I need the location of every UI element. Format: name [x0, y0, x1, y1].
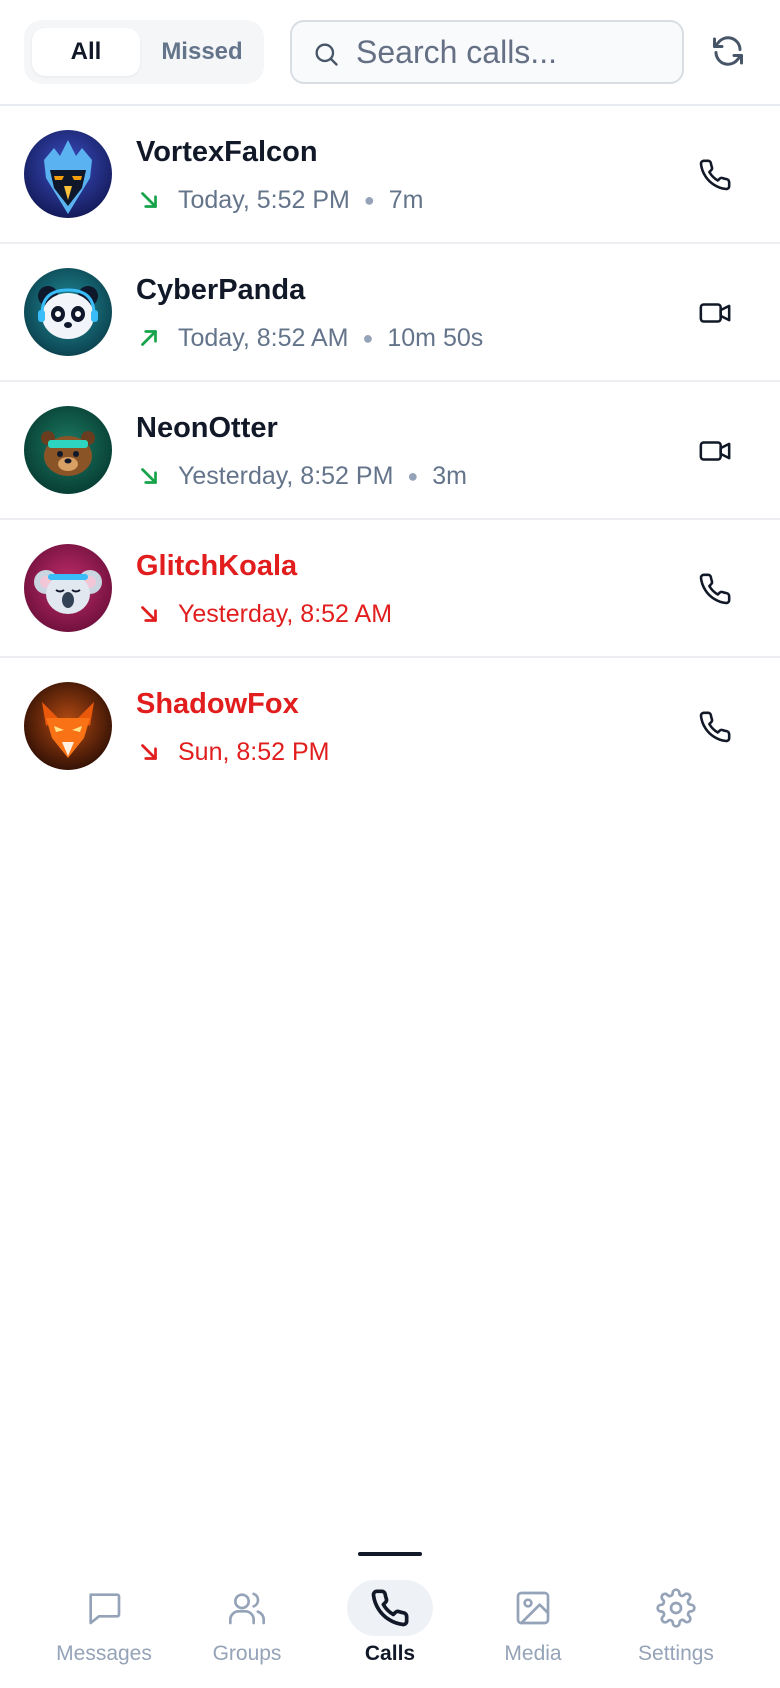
call-row[interactable]: VortexFalcon Today, 5:52 PM ● 7m — [0, 106, 780, 244]
otter-avatar — [24, 406, 112, 494]
call-duration: 7m — [388, 185, 424, 214]
filter-tab-missed[interactable]: Missed — [148, 28, 256, 76]
nav-item-media[interactable]: Media — [473, 1568, 593, 1688]
koala-avatar — [24, 544, 112, 632]
separator-dot: ● — [407, 465, 419, 486]
calls-header: All Missed — [0, 0, 780, 106]
video-camera-icon — [699, 441, 731, 461]
gear-icon — [633, 1580, 719, 1636]
image-icon — [490, 1580, 576, 1636]
voice-call-button[interactable] — [694, 707, 736, 747]
fox-avatar — [24, 682, 112, 770]
phone-icon — [347, 1580, 433, 1636]
call-details: Sun, 8:52 PM — [136, 734, 329, 770]
call-time: Today, 8:52 AM — [178, 323, 349, 352]
call-row[interactable]: NeonOtter Yesterday, 8:52 PM ● 3m — [0, 382, 780, 520]
call-details: Today, 8:52 AM ● 10m 50s — [136, 320, 483, 356]
separator-dot: ● — [362, 327, 374, 348]
search-icon — [315, 43, 338, 66]
nav-item-calls[interactable]: Calls — [330, 1568, 450, 1688]
incoming-arrow-icon — [141, 468, 157, 484]
video-call-button[interactable] — [694, 431, 736, 471]
nav-label: Settings — [638, 1642, 714, 1665]
nav-item-settings[interactable]: Settings — [616, 1568, 736, 1688]
nav-label: Calls — [364, 1642, 416, 1665]
call-duration: 10m 50s — [387, 323, 484, 352]
nav-item-messages[interactable]: Messages — [44, 1568, 164, 1688]
call-time: Today, 5:52 PM — [178, 185, 350, 214]
nav-label: Media — [504, 1642, 562, 1665]
bottom-navigation: Messages Groups Calls Media Settings — [0, 1568, 780, 1688]
nav-label: Groups — [212, 1642, 282, 1665]
phone-icon — [699, 711, 731, 743]
missed-arrow-icon — [141, 606, 157, 622]
caller-name: GlitchKoala — [136, 550, 298, 582]
falcon-avatar — [24, 130, 112, 218]
voice-call-button[interactable] — [694, 569, 736, 609]
call-details: Yesterday, 8:52 PM ● 3m — [136, 458, 467, 494]
call-time: Yesterday, 8:52 AM — [178, 599, 393, 628]
caller-name: CyberPanda — [136, 274, 306, 306]
caller-name: VortexFalcon — [136, 136, 318, 168]
call-duration: 3m — [432, 461, 468, 490]
calls-screen: All Missed Search calls... VortexFalcon … — [0, 0, 780, 1688]
call-row[interactable]: ShadowFox Sun, 8:52 PM — [0, 658, 780, 796]
phone-icon — [699, 159, 731, 191]
caller-name: ShadowFox — [136, 688, 299, 720]
call-row[interactable]: CyberPanda Today, 8:52 AM ● 10m 50s — [0, 244, 780, 382]
active-tab-indicator — [358, 1552, 422, 1556]
phone-icon — [699, 573, 731, 605]
call-row[interactable]: GlitchKoala Yesterday, 8:52 AM — [0, 520, 780, 658]
panda-avatar — [24, 268, 112, 356]
call-details: Today, 5:52 PM ● 7m — [136, 182, 423, 218]
call-filter-segmented-control: All Missed — [24, 20, 264, 84]
caller-name: NeonOtter — [136, 412, 278, 444]
search-input[interactable] — [356, 30, 666, 74]
missed-arrow-icon — [141, 744, 157, 760]
incoming-arrow-icon — [141, 192, 157, 208]
call-history-list: VortexFalcon Today, 5:52 PM ● 7m CyberPa… — [0, 106, 780, 796]
separator-dot: ● — [363, 189, 375, 210]
filter-tab-all[interactable]: All — [32, 28, 140, 76]
message-icon — [61, 1580, 147, 1636]
outgoing-arrow-icon — [141, 330, 157, 346]
users-icon — [204, 1580, 290, 1636]
call-time: Yesterday, 8:52 PM — [178, 461, 394, 490]
nav-item-groups[interactable]: Groups — [187, 1568, 307, 1688]
video-camera-icon — [699, 303, 731, 323]
call-details: Yesterday, 8:52 AM — [136, 596, 392, 632]
voice-call-button[interactable] — [694, 155, 736, 195]
search-box — [290, 20, 684, 84]
call-time: Sun, 8:52 PM — [178, 737, 330, 766]
refresh-icon[interactable] — [710, 33, 746, 69]
nav-label: Messages — [56, 1642, 152, 1665]
video-call-button[interactable] — [694, 293, 736, 333]
